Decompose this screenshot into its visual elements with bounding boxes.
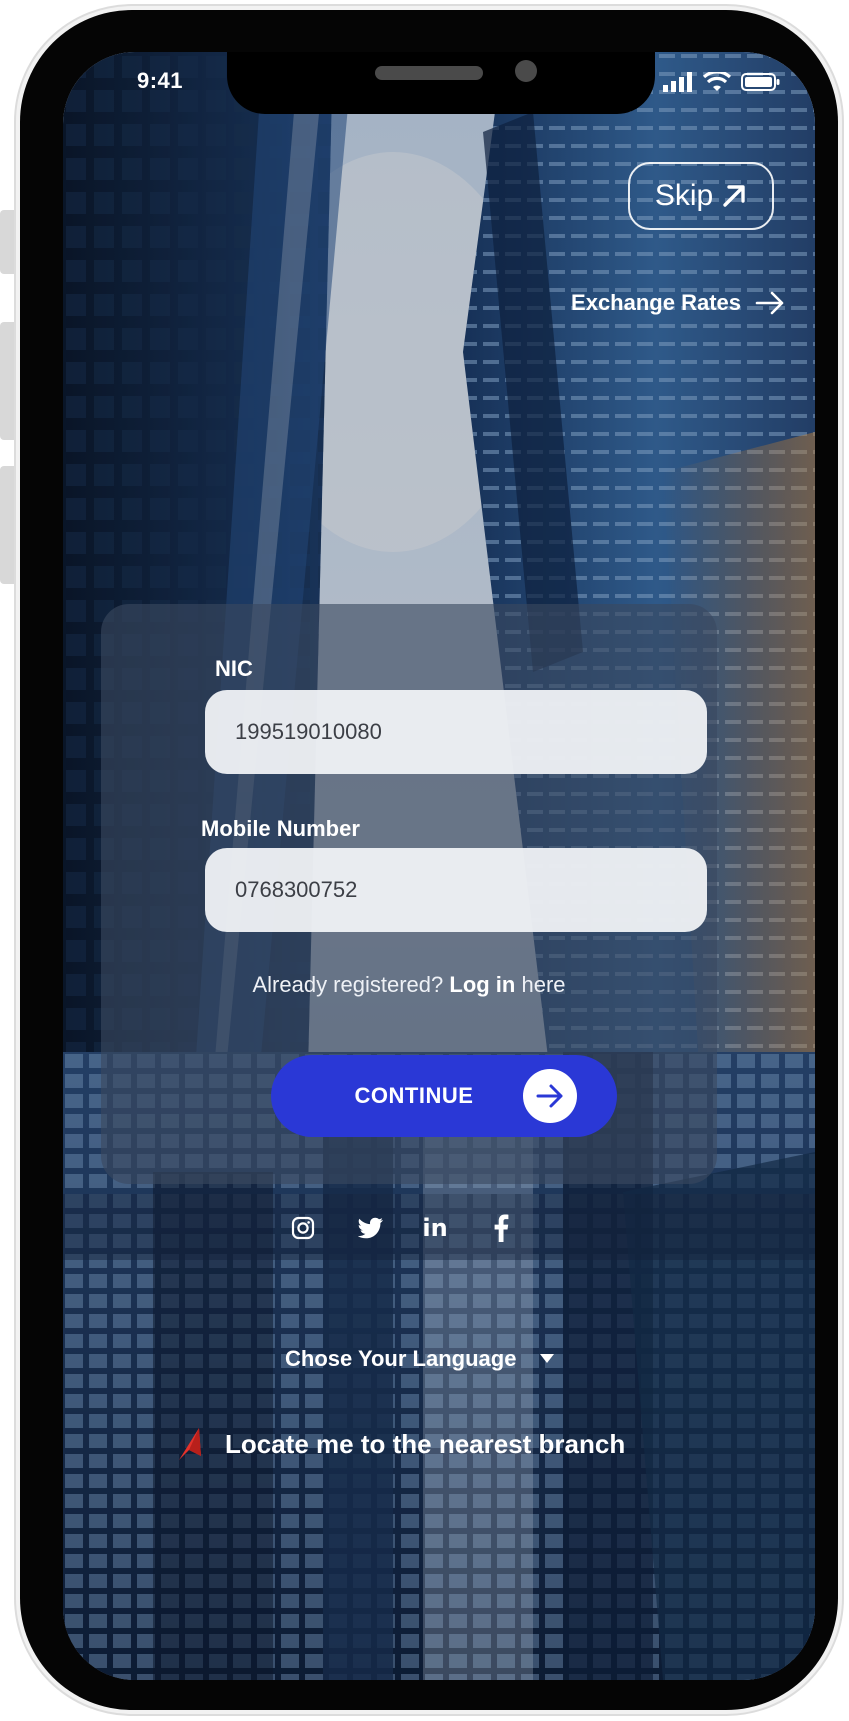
facebook-icon[interactable] [481, 1208, 521, 1248]
notch [227, 52, 655, 114]
login-link[interactable]: Log in [449, 972, 515, 997]
mobile-number-input[interactable]: 0768300752 [205, 848, 707, 932]
phone-volume-down [0, 466, 14, 584]
status-icons [663, 70, 781, 92]
continue-button[interactable]: CONTINUE [271, 1055, 617, 1137]
status-time: 9:41 [137, 68, 184, 93]
continue-arrow-circle [523, 1069, 577, 1123]
linkedin-icon[interactable]: in [415, 1208, 455, 1248]
wifi-icon [703, 72, 731, 91]
cellular-signal-icon [663, 72, 692, 92]
arrow-up-right-icon [723, 185, 745, 207]
mobile-number-value: 0768300752 [235, 877, 358, 902]
battery-icon [741, 73, 780, 91]
registration-card: NIC 199519010080 Mobile Number 076830075… [101, 604, 717, 1184]
language-label: Chose Your Language [285, 1346, 517, 1371]
mobile-number-label: Mobile Number [201, 816, 360, 841]
instagram-icon[interactable] [283, 1208, 323, 1248]
continue-label: CONTINUE [354, 1083, 474, 1108]
phone-volume-up [0, 322, 14, 440]
arrow-right-icon [755, 291, 784, 315]
caret-down-icon [540, 1354, 555, 1363]
exchange-rates-label: Exchange Rates [571, 290, 741, 315]
phone-silent-switch [0, 210, 14, 274]
login-suffix: here [521, 972, 566, 997]
skip-label: Skip [654, 179, 714, 212]
already-registered-text: Already registered? Log in here [101, 972, 717, 998]
navigation-arrow-icon [179, 1428, 201, 1460]
nic-value: 199519010080 [235, 719, 382, 744]
nic-input[interactable]: 199519010080 [205, 690, 707, 774]
locate-branch-button[interactable]: Locate me to the nearest branch [175, 1426, 625, 1462]
arrow-right-icon [536, 1084, 563, 1108]
exchange-rates-link[interactable]: Exchange Rates [571, 290, 785, 316]
earpiece-speaker [375, 66, 483, 80]
language-select[interactable]: Chose Your Language [285, 1346, 555, 1372]
front-camera [515, 60, 537, 82]
app-screen: 9:41 Skip Exchange Rates NIC 19951901008… [63, 52, 815, 1680]
twitter-icon[interactable] [351, 1208, 391, 1248]
already-registered-label: Already registered? [252, 972, 444, 997]
nic-label: NIC [215, 656, 253, 681]
skip-button[interactable]: Skip [628, 162, 774, 230]
locate-label: Locate me to the nearest branch [225, 1428, 626, 1459]
social-links-bar: in [63, 1194, 815, 1260]
